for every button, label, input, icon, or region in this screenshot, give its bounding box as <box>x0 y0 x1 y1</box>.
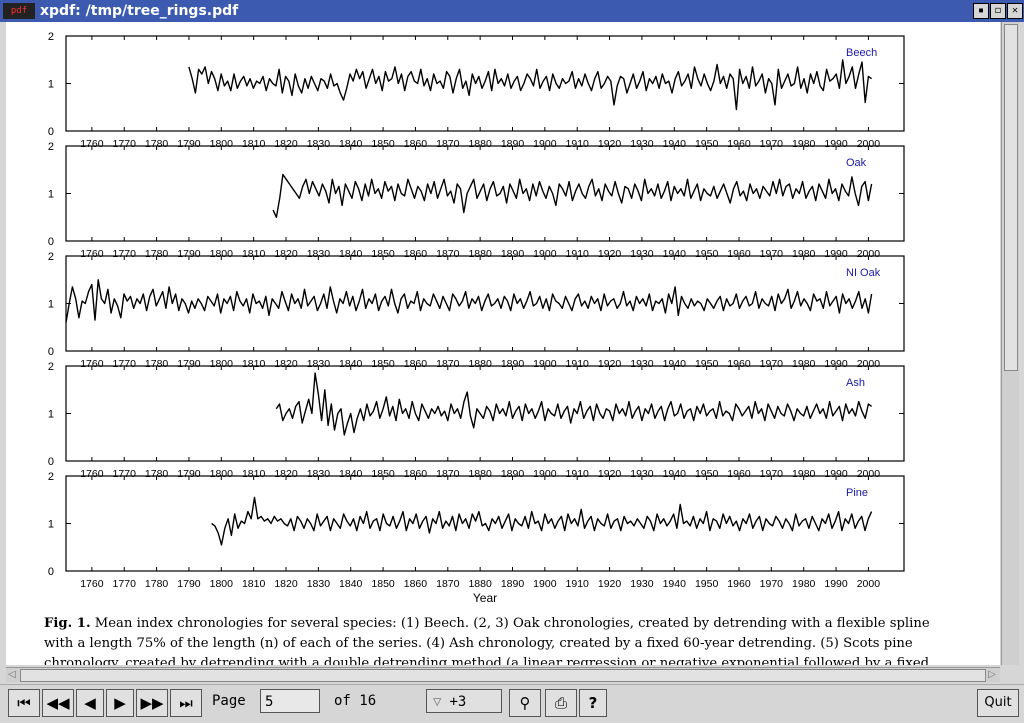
maximize-icon[interactable]: ◻ <box>990 3 1006 19</box>
last-page-icon[interactable]: ⏭ <box>170 689 202 717</box>
caption-line-3: chronology, created by detrending with a… <box>44 656 930 665</box>
zoom-value: +3 <box>449 694 467 710</box>
horizontal-scroll-thumb[interactable] <box>20 669 986 682</box>
y-tick-label: 1 <box>48 409 54 421</box>
x-tick-label: 1920 <box>598 578 622 590</box>
chart-svg: 0 1 2 1760 1770 1780 1790 1800 1810 1820 1830 1840 1… <box>48 31 905 605</box>
print-icon[interactable]: ⎙ <box>545 689 577 717</box>
y-tick-label: 1 <box>48 519 54 531</box>
title-bar: pdf xpdf: /tmp/tree_rings.pdf ▪ ◻ ✕ <box>0 0 1024 22</box>
quit-button[interactable]: Quit <box>977 689 1019 717</box>
y-tick-label: 2 <box>48 251 54 263</box>
page-label: Page <box>212 693 246 709</box>
vertical-scrollbar[interactable] <box>1001 22 1019 665</box>
x-tick-label: 1870 <box>436 578 460 590</box>
series-label: Ash <box>846 377 865 389</box>
about-icon[interactable]: ? <box>579 689 607 717</box>
x-tick-label: 1780 <box>145 578 169 590</box>
y-tick-label: 0 <box>48 456 54 468</box>
window-title: xpdf: /tmp/tree_rings.pdf <box>40 3 239 19</box>
document-viewport[interactable]: 0 1 2 1760 1770 1780 1790 1800 1810 1820 1830 1840 1… <box>6 22 1000 665</box>
first-page-icon[interactable]: ⏮ <box>8 689 40 717</box>
series-line-beech <box>188 59 873 111</box>
x-tick-label: 1840 <box>339 578 363 590</box>
series-line-pine <box>211 496 873 546</box>
x-tick-label: 1860 <box>404 578 428 590</box>
x-tick-label: 2000 <box>857 578 881 590</box>
y-tick-label: 1 <box>48 189 54 201</box>
x-tick-label: 1760 <box>80 578 104 590</box>
y-tick-label: 0 <box>48 566 54 578</box>
scroll-right-icon[interactable]: ▷ <box>986 669 998 681</box>
y-tick-label: 0 <box>48 346 54 358</box>
page-count: of 16 <box>334 693 377 709</box>
toolbar: ⏮ ◀◀ ◀ ▶ ▶▶ ⏭ Page 5 of 16 ▽ +3 ⚲ ⎙ ? Qui… <box>0 684 1024 723</box>
x-tick-label: 1940 <box>663 578 687 590</box>
x-tick-label: 1900 <box>533 578 557 590</box>
y-tick-label: 2 <box>48 471 54 483</box>
page-number-input[interactable]: 5 <box>260 689 320 713</box>
x-tick-label: 1990 <box>824 578 848 590</box>
x-tick-label: 1960 <box>727 578 751 590</box>
x-tick-label: 1910 <box>566 578 590 590</box>
y-tick-label: 2 <box>48 31 54 43</box>
pdf-app-icon: pdf <box>3 3 35 19</box>
x-tick-label: 1850 <box>371 578 395 590</box>
x-tick-label: 1820 <box>274 578 298 590</box>
scroll-left-icon[interactable]: ◁ <box>6 669 18 681</box>
y-tick-label: 1 <box>48 79 54 91</box>
vertical-scroll-thumb[interactable] <box>1004 24 1018 371</box>
x-tick-label: 1770 <box>113 578 137 590</box>
close-icon[interactable]: ✕ <box>1007 3 1023 19</box>
series-label: Pine <box>846 487 868 499</box>
series-label: Oak <box>846 157 867 169</box>
find-icon[interactable]: ⚲ <box>509 689 541 717</box>
series-line-oak <box>272 173 873 219</box>
next-page-icon[interactable]: ▶ <box>106 689 134 717</box>
dropdown-arrow-icon: ▽ <box>433 694 442 710</box>
x-tick-label: 1830 <box>307 578 331 590</box>
horizontal-scrollbar[interactable]: ◁ ▷ <box>6 667 1000 682</box>
prev-page-fast-icon[interactable]: ◀◀ <box>42 689 74 717</box>
x-axis-title: Year <box>473 591 497 605</box>
y-tick-label: 2 <box>48 141 54 153</box>
panel-frame-0 <box>65 35 905 132</box>
y-tick-label: 0 <box>48 236 54 248</box>
next-page-fast-icon[interactable]: ▶▶ <box>136 689 168 717</box>
y-tick-label: 1 <box>48 299 54 311</box>
x-tick-label: 1890 <box>501 578 525 590</box>
caption-label: Fig. 1. <box>44 616 91 631</box>
x-tick-label: 1790 <box>177 578 201 590</box>
x-tick-label: 1950 <box>695 578 719 590</box>
figure-caption: Fig. 1. Mean index chronologies for seve… <box>44 614 930 665</box>
iconify-icon[interactable]: ▪ <box>973 3 989 19</box>
x-tick-label: 1880 <box>468 578 492 590</box>
caption-line-2: with a length 75% of the length (n) of e… <box>44 636 913 651</box>
y-tick-label: 2 <box>48 361 54 373</box>
series-line-ni-oak <box>65 279 873 323</box>
y-tick-label: 0 <box>48 126 54 138</box>
caption-line-1: Fig. 1. Mean index chronologies for seve… <box>44 616 930 631</box>
x-tick-label: 1930 <box>630 578 654 590</box>
x-tick-label: 1800 <box>210 578 234 590</box>
prev-page-icon[interactable]: ◀ <box>76 689 104 717</box>
x-tick-label: 1980 <box>792 578 816 590</box>
series-label: NI Oak <box>846 267 881 279</box>
series-line-ash <box>275 372 873 436</box>
series-label: Beech <box>846 47 877 59</box>
x-tick-label: 1970 <box>760 578 784 590</box>
x-tick-label: 1810 <box>242 578 266 590</box>
zoom-select[interactable]: ▽ +3 <box>426 689 502 713</box>
